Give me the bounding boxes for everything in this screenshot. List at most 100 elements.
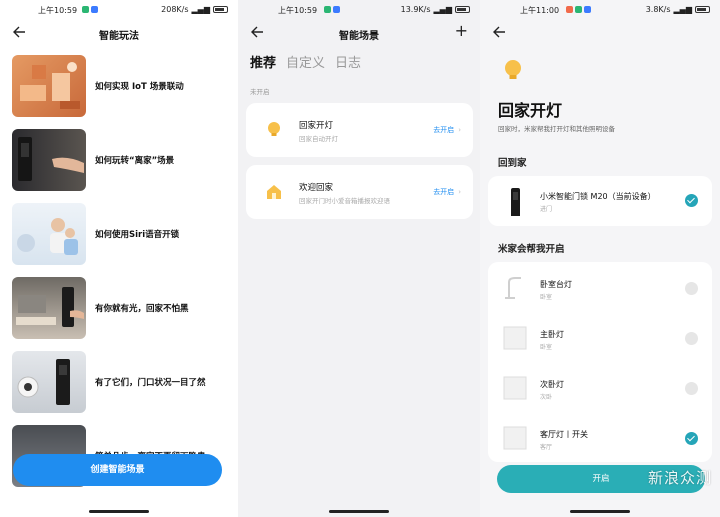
scene-tabs: 推荐 自定义 日志 <box>250 52 361 71</box>
smart-scenes-screen: 上午10:59 13.9K/s ▂▄▆ 智能场景 + 推荐 自定义 日志 未开启… <box>238 0 480 517</box>
device-room: 次卧 <box>540 394 553 401</box>
device-row[interactable]: 卧室台灯 卧室 <box>488 264 712 314</box>
network-speed: 13.9K/s <box>400 5 431 14</box>
device-checkbox[interactable] <box>685 432 698 445</box>
door-lock-icon <box>511 188 520 216</box>
device-row[interactable]: 次卧灯 次卧 <box>488 364 712 414</box>
home-icon <box>267 185 281 199</box>
tip-item[interactable]: 如何使用Siri语音开锁 <box>12 203 227 265</box>
watermark: 新浪众测 <box>647 469 712 487</box>
battery-icon <box>695 6 710 13</box>
home-indicator <box>329 510 389 513</box>
home-indicator <box>89 510 149 513</box>
device-name: 卧室台灯 <box>540 280 572 289</box>
tab-recommended[interactable]: 推荐 <box>250 52 276 71</box>
battery-icon <box>455 6 470 13</box>
scene-name: 欢迎回家 <box>299 183 334 193</box>
signal-icon: ▂▄▆ <box>433 5 452 14</box>
device-row[interactable]: 客厅灯丨开关 客厅 <box>488 414 712 464</box>
wall-switch-icon <box>503 376 527 400</box>
trigger-device-row[interactable]: 小米智能门锁 M20（当前设备） 进门 <box>488 176 712 226</box>
status-right: 3.8K/s ▂▄▆ <box>646 5 710 14</box>
top-bar <box>480 20 720 46</box>
tip-item[interactable]: 如何实现 IoT 场景联动 <box>12 55 227 117</box>
smart-tips-screen: 上午10:59 208K/s ▂▄▆ 智能玩法 如何实现 IoT 场景联动 如何… <box>0 0 238 517</box>
device-name: 客厅灯丨开关 <box>540 430 588 439</box>
status-bar: 上午10:59 208K/s ▂▄▆ <box>0 0 238 18</box>
bulb-icon <box>505 60 521 79</box>
scene-desc: 回家开门时小爱音箱播报欢迎语 <box>299 197 390 205</box>
top-bar: 智能玩法 <box>0 20 238 46</box>
add-scene-button[interactable]: + <box>455 21 468 40</box>
tip-label: 有你就有光，回家不怕黑 <box>95 304 189 314</box>
scene-card[interactable]: 回家开灯 回家自动开灯 去开启 › <box>246 103 473 157</box>
tab-custom[interactable]: 自定义 <box>286 52 325 71</box>
scene-detail-screen: 上午11:00 3.8K/s ▂▄▆ 回家开灯 回家时，米家帮我打开灯和其他照明… <box>480 0 720 517</box>
page-title: 智能场景 <box>339 31 379 42</box>
scene-desc: 回家自动开灯 <box>299 135 338 143</box>
screenshot-root: 上午10:59 208K/s ▂▄▆ 智能玩法 如何实现 IoT 场景联动 如何… <box>0 0 720 517</box>
notification-icons <box>80 5 98 14</box>
help-section-title: 米家会帮我开启 <box>498 244 565 255</box>
camera-scene-thumbnail <box>12 351 86 413</box>
create-scene-button[interactable]: 创建智能场景 <box>13 454 222 486</box>
away-scene-thumbnail <box>12 129 86 191</box>
back-arrow-icon[interactable] <box>490 22 510 42</box>
device-room: 卧室 <box>540 294 553 301</box>
siri-scene-thumbnail <box>12 203 86 265</box>
tip-label: 有了它们，门口状况一目了然 <box>95 378 206 388</box>
tip-item[interactable]: 如何玩转“离家”场景 <box>12 129 227 191</box>
page-title: 智能玩法 <box>99 31 139 42</box>
status-time: 上午11:00 <box>520 6 560 15</box>
home-indicator <box>570 510 630 513</box>
desk-lamp-icon <box>505 277 521 299</box>
light-scene-thumbnail <box>12 277 86 339</box>
chevron-right-icon: › <box>458 126 461 134</box>
tip-label: 如何玩转“离家”场景 <box>95 156 175 166</box>
chevron-right-icon: › <box>458 188 461 196</box>
scene-title: 回家开灯 <box>498 101 563 120</box>
enable-label: 去开启 <box>433 188 455 196</box>
network-speed: 208K/s <box>161 5 189 14</box>
trigger-section-title: 回到家 <box>498 158 527 169</box>
tab-log[interactable]: 日志 <box>335 52 361 71</box>
status-time: 上午10:59 <box>38 6 78 15</box>
signal-icon: ▂▄▆ <box>191 5 210 14</box>
enable-scene-link[interactable]: 去开启 › <box>433 187 461 197</box>
device-list-card: 卧室台灯 卧室 主卧灯 卧室 次卧灯 次卧 客厅灯丨开关 客厅 <box>488 262 712 462</box>
section-hint: 未开启 <box>250 88 270 96</box>
status-bar: 上午11:00 3.8K/s ▂▄▆ <box>480 0 720 18</box>
network-speed: 3.8K/s <box>645 5 671 14</box>
device-checkbox[interactable] <box>685 282 698 295</box>
status-time: 上午10:59 <box>278 6 318 15</box>
scene-subtitle: 回家时，米家帮我打开灯和其他照明设备 <box>498 125 615 133</box>
tip-label: 如何使用Siri语音开锁 <box>95 230 180 240</box>
device-name: 主卧灯 <box>540 330 564 339</box>
tip-item[interactable]: 有你就有光，回家不怕黑 <box>12 277 227 339</box>
status-bar: 上午10:59 13.9K/s ▂▄▆ <box>238 0 480 18</box>
device-checkbox[interactable] <box>685 332 698 345</box>
notification-icons <box>564 5 591 14</box>
top-bar: 智能场景 + <box>238 20 480 46</box>
battery-icon <box>213 6 228 13</box>
device-checkbox[interactable] <box>685 382 698 395</box>
device-checkbox[interactable] <box>685 194 698 207</box>
scene-card[interactable]: 欢迎回家 回家开门时小爱音箱播报欢迎语 去开启 › <box>246 165 473 219</box>
wall-switch-icon <box>503 326 527 350</box>
signal-icon: ▂▄▆ <box>673 5 692 14</box>
status-right: 13.9K/s ▂▄▆ <box>401 5 470 14</box>
enable-label: 去开启 <box>433 126 455 134</box>
trigger-card: 小米智能门锁 M20（当前设备） 进门 <box>488 176 712 226</box>
device-room: 客厅 <box>540 444 553 451</box>
enable-scene-link[interactable]: 去开启 › <box>433 125 461 135</box>
wall-switch-icon <box>503 426 527 450</box>
bulb-icon <box>268 122 280 136</box>
scene-name: 回家开灯 <box>299 121 334 131</box>
device-room: 进门 <box>540 206 553 213</box>
status-right: 208K/s ▂▄▆ <box>161 5 228 14</box>
tip-label: 如何实现 IoT 场景联动 <box>95 82 184 92</box>
tip-item[interactable]: 有了它们，门口状况一目了然 <box>12 351 227 413</box>
device-name: 次卧灯 <box>540 380 564 389</box>
device-row[interactable]: 主卧灯 卧室 <box>488 314 712 364</box>
notification-icons <box>322 5 340 14</box>
